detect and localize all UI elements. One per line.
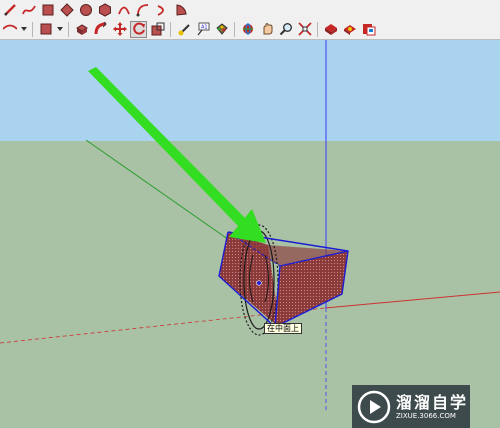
orbit-tool-icon[interactable]	[239, 21, 256, 38]
3d-viewport[interactable]: 在中面上 溜溜自学 ZIXUE.3066.COM	[0, 40, 500, 428]
polygon-tool-icon[interactable]	[96, 1, 113, 18]
cursor-tooltip: 在中面上	[264, 323, 302, 334]
toolbar-separator	[68, 21, 69, 37]
paint-bucket-tool-icon[interactable]	[213, 21, 230, 38]
watermark-title: 溜溜自学	[396, 392, 469, 412]
zoom-tool-icon[interactable]	[277, 21, 294, 38]
circle-tool-icon[interactable]	[77, 1, 94, 18]
svg-text:A1: A1	[201, 25, 208, 31]
paint-dropdown-arrow[interactable]	[55, 21, 65, 38]
rotate-tool-icon[interactable]	[130, 20, 147, 38]
toolbar-separator	[317, 21, 318, 37]
drawing-toolbar	[0, 0, 500, 20]
toolbar-separator	[170, 21, 171, 37]
inference-point	[256, 280, 262, 286]
modify-toolbar: A1	[0, 19, 500, 40]
watermark-url: ZIXUE.3066.COM	[396, 411, 456, 420]
freehand-tool-icon[interactable]	[20, 1, 37, 18]
layout-send-icon[interactable]	[360, 21, 377, 38]
model-scene[interactable]	[0, 40, 500, 411]
scale-tool-icon[interactable]	[149, 21, 166, 38]
eraser-dropdown-icon[interactable]	[1, 21, 18, 38]
pan-tool-icon[interactable]	[258, 21, 275, 38]
pencil-tool-icon[interactable]	[1, 1, 18, 18]
follow-me-tool-icon[interactable]	[92, 21, 109, 38]
two-point-arc-tool-icon[interactable]	[134, 1, 151, 18]
watermark: 溜溜自学 ZIXUE.3066.COM	[352, 385, 470, 428]
three-point-arc-tool-icon[interactable]	[153, 1, 170, 18]
toolbar-separator	[234, 21, 235, 37]
text-tool-icon[interactable]: A1	[194, 21, 211, 38]
zoom-extents-tool-icon[interactable]	[296, 21, 313, 38]
rotated-rectangle-tool-icon[interactable]	[58, 1, 75, 18]
rectangle-tool-icon[interactable]	[39, 1, 56, 18]
arc-tool-icon[interactable]	[115, 1, 132, 18]
extension-warehouse-icon[interactable]	[341, 21, 358, 38]
pie-tool-icon[interactable]	[172, 1, 189, 18]
move-tool-icon[interactable]	[111, 21, 128, 38]
3d-warehouse-icon[interactable]	[322, 21, 339, 38]
sky	[0, 40, 500, 142]
eraser-dropdown-arrow[interactable]	[19, 21, 29, 38]
toolbar-separator	[32, 21, 33, 37]
tape-measure-tool-icon[interactable]	[175, 21, 192, 38]
paint-bucket-dropdown-icon[interactable]	[37, 21, 54, 38]
watermark-logo	[357, 390, 391, 423]
push-pull-tool-icon[interactable]	[73, 21, 90, 38]
